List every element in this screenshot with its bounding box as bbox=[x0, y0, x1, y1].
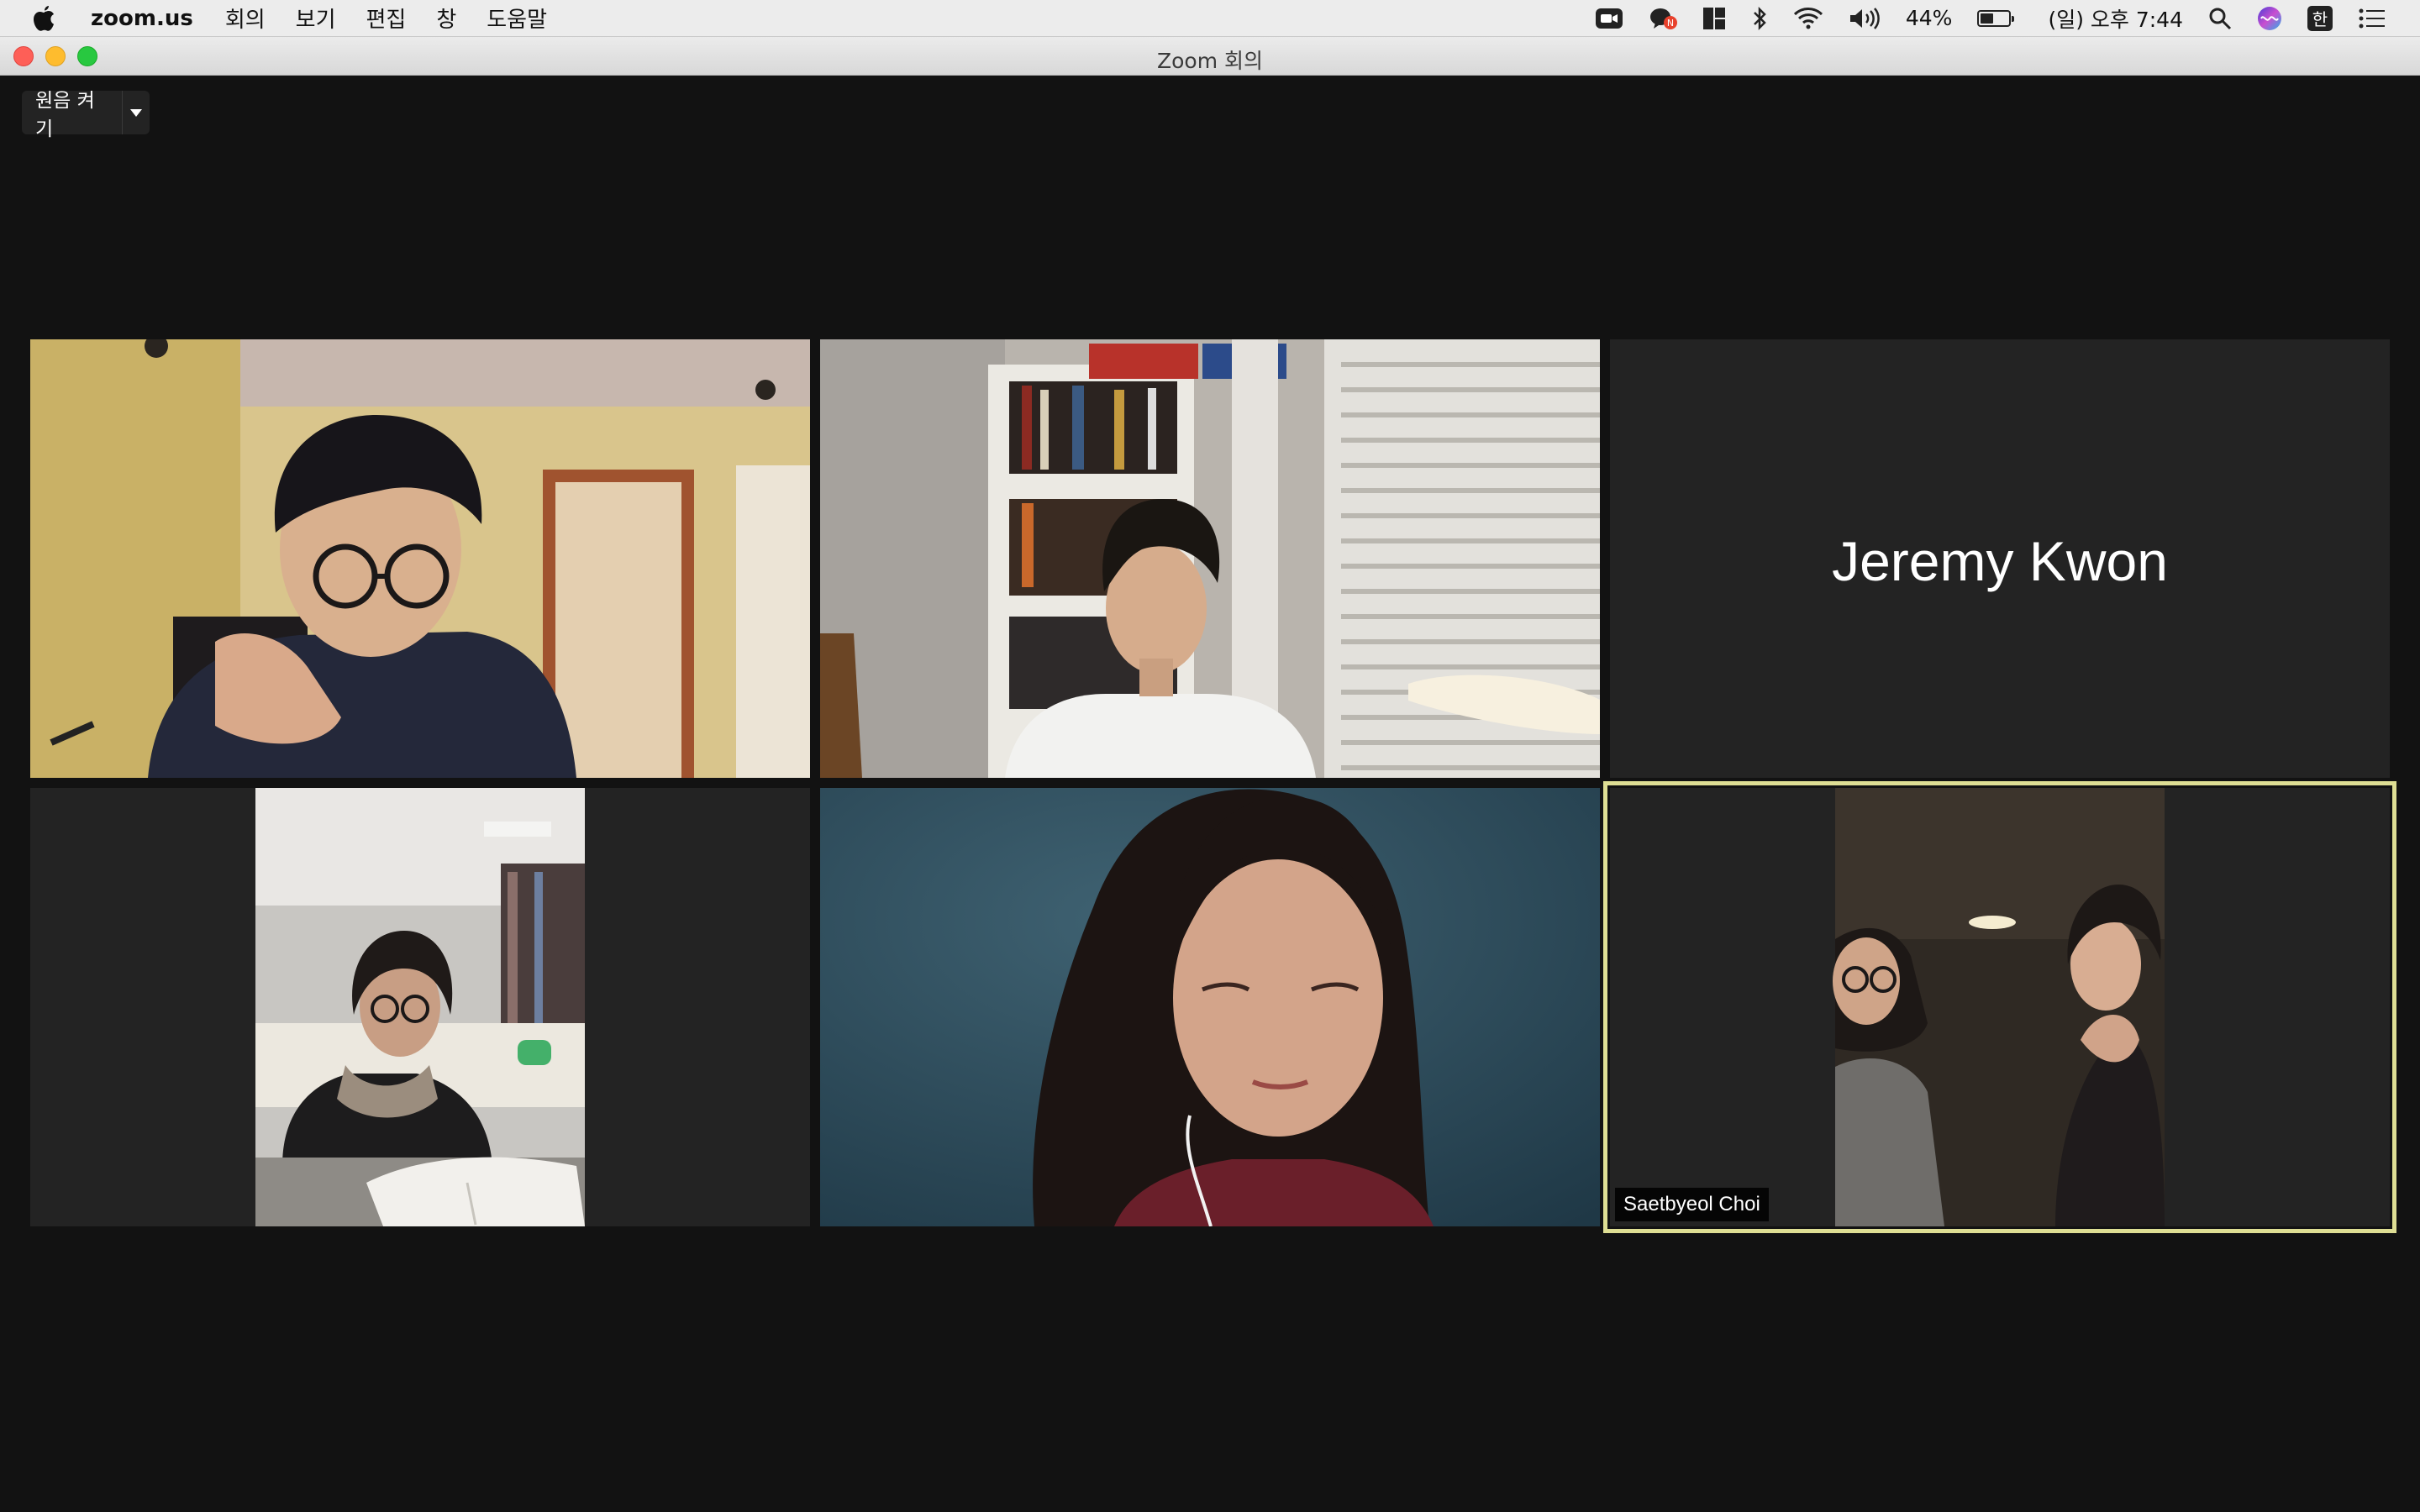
window-layout-icon[interactable] bbox=[1702, 7, 1726, 30]
siri-icon[interactable] bbox=[2257, 6, 2282, 31]
menu-view[interactable]: 보기 bbox=[296, 3, 336, 34]
menu-help[interactable]: 도움말 bbox=[487, 3, 547, 34]
participant-video bbox=[255, 788, 585, 1226]
menu-edit[interactable]: 편집 bbox=[366, 3, 407, 34]
original-sound-button[interactable]: 원음 켜기 bbox=[22, 90, 122, 140]
notification-center-icon[interactable] bbox=[2358, 8, 2386, 29]
participant-video-tile[interactable] bbox=[820, 788, 1600, 1226]
status-area: N 44% (일) 오후 7:44 한 bbox=[1595, 3, 2420, 34]
menubar-clock[interactable]: (일) 오후 7:44 bbox=[2048, 3, 2183, 34]
menu-window[interactable]: 창 bbox=[436, 3, 456, 34]
window-title: Zoom 회의 bbox=[1156, 49, 1264, 73]
zoom-camera-icon[interactable] bbox=[1595, 7, 1623, 30]
bluetooth-icon[interactable] bbox=[1751, 6, 1768, 31]
participant-video-tile[interactable] bbox=[820, 339, 1600, 778]
wifi-icon[interactable] bbox=[1793, 7, 1823, 30]
original-sound-toggle: 원음 켜기 bbox=[22, 90, 150, 140]
battery-percent: 44% bbox=[1905, 6, 1953, 30]
kakaotalk-icon[interactable]: N bbox=[1649, 6, 1677, 31]
volume-icon[interactable] bbox=[1849, 7, 1881, 30]
participant-video-tile[interactable] bbox=[30, 788, 810, 1226]
apple-menu-icon[interactable] bbox=[32, 4, 66, 33]
spotlight-search-icon[interactable] bbox=[2208, 7, 2232, 30]
input-source-icon[interactable]: 한 bbox=[2307, 5, 2333, 31]
participant-video bbox=[820, 339, 1600, 778]
window-titlebar: Zoom 회의 bbox=[0, 37, 2420, 76]
participant-video bbox=[820, 788, 1600, 1226]
participant-name-tile[interactable]: Jeremy Kwon bbox=[1610, 339, 2390, 778]
participant-name: Jeremy Kwon bbox=[1832, 530, 2168, 592]
svg-text:N: N bbox=[1667, 18, 1674, 29]
battery-icon[interactable] bbox=[1977, 9, 2015, 27]
caret-down-icon bbox=[129, 108, 142, 117]
participant-video bbox=[30, 339, 810, 778]
active-speaker-highlight bbox=[1603, 781, 2396, 1233]
menu-meeting[interactable]: 회의 bbox=[225, 3, 266, 34]
original-sound-dropdown[interactable] bbox=[123, 91, 150, 134]
macos-menubar: zoom.us 회의 보기 편집 창 도움말 N 44% (일) 오후 7:44 bbox=[0, 0, 2420, 37]
participant-video-tile[interactable] bbox=[30, 339, 810, 778]
menu-app-name[interactable]: zoom.us bbox=[91, 6, 193, 31]
